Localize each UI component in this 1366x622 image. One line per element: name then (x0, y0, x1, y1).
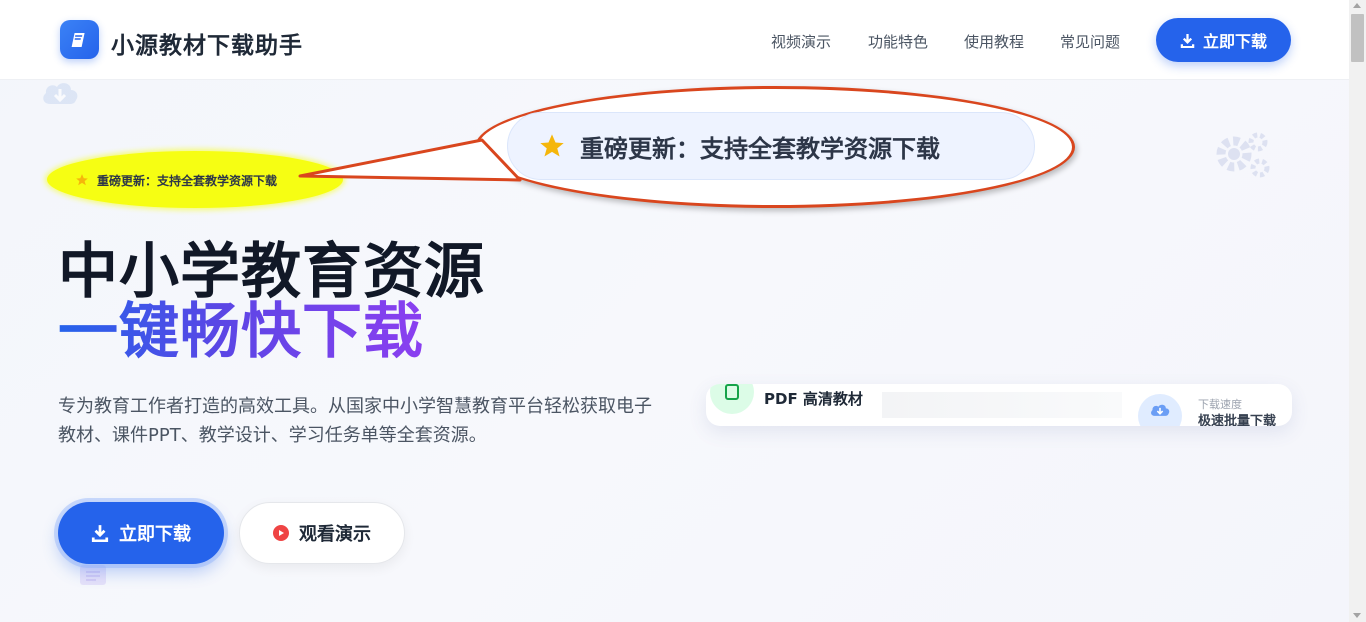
zoomed-update-badge-text: 重磅更新：支持全套教学资源下载 (580, 134, 940, 163)
star-icon (540, 134, 564, 157)
zoomed-update-badge: 重磅更新：支持全套教学资源下载 (507, 112, 1035, 180)
callout-pointer (298, 138, 522, 182)
